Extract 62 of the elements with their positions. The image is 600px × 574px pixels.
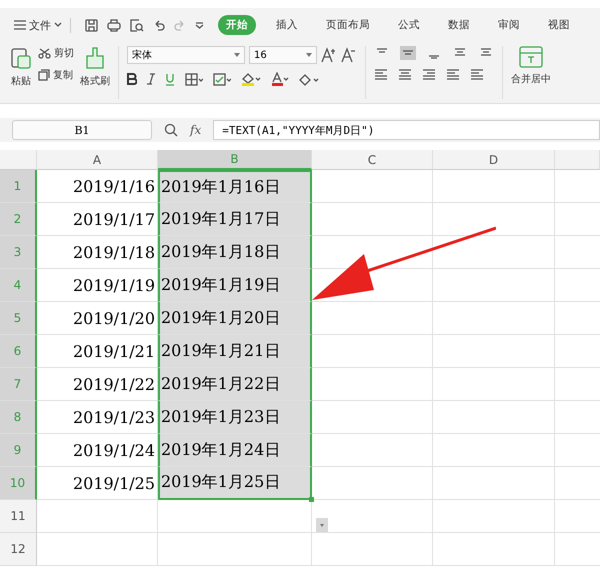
align-middle-icon[interactable] bbox=[400, 46, 416, 60]
format-painter-button[interactable]: 格式刷 bbox=[80, 46, 110, 88]
align-center-icon[interactable] bbox=[398, 68, 412, 80]
column-header[interactable]: C bbox=[312, 150, 433, 170]
cut-button[interactable]: 剪切 bbox=[38, 46, 74, 60]
menu-tab[interactable]: 数据 bbox=[440, 15, 478, 35]
italic-icon[interactable] bbox=[147, 73, 155, 85]
copy-button[interactable]: 复制 bbox=[38, 68, 74, 82]
row-header[interactable]: 12 bbox=[0, 533, 37, 566]
menu-tab[interactable]: 页面布局 bbox=[318, 15, 378, 35]
underline-icon[interactable] bbox=[165, 72, 175, 86]
menu-tab[interactable]: 审阅 bbox=[490, 15, 528, 35]
table-cell[interactable]: 2019年1月24日 bbox=[158, 434, 312, 467]
clipboard-icon bbox=[10, 46, 32, 70]
table-cell[interactable]: 2019年1月18日 bbox=[158, 236, 312, 269]
column-header[interactable]: A bbox=[37, 150, 158, 170]
bold-icon[interactable] bbox=[127, 73, 137, 85]
print-preview-icon[interactable] bbox=[130, 18, 144, 32]
align-right-icon[interactable] bbox=[422, 68, 436, 80]
menu-icon bbox=[14, 20, 26, 30]
column-header[interactable]: D bbox=[433, 150, 555, 170]
dropdown-icon[interactable] bbox=[195, 20, 204, 30]
table-cell[interactable]: 2019年1月25日 bbox=[158, 467, 312, 500]
align-left-icon[interactable] bbox=[374, 68, 388, 80]
name-box[interactable]: B1 bbox=[12, 120, 152, 140]
font-size-field[interactable]: 16 bbox=[249, 46, 317, 64]
fill-handle[interactable] bbox=[309, 497, 314, 502]
borders-icon[interactable] bbox=[185, 72, 203, 86]
table-cell[interactable]: 2019年1月16日 bbox=[158, 170, 312, 203]
font-color-icon[interactable] bbox=[271, 72, 289, 86]
table-cell[interactable]: 2019年1月22日 bbox=[158, 368, 312, 401]
row-header[interactable]: 11 bbox=[0, 500, 37, 533]
chevron-down-icon bbox=[54, 22, 62, 28]
scissors-icon bbox=[38, 48, 51, 58]
zoom-icon[interactable] bbox=[164, 123, 178, 137]
menu-tab[interactable]: 插入 bbox=[268, 15, 306, 35]
copy-icon bbox=[38, 69, 50, 81]
undo-icon[interactable] bbox=[153, 19, 165, 31]
caret-icon bbox=[234, 53, 240, 57]
file-menu[interactable]: 文件 bbox=[14, 18, 71, 32]
merge-cells-icon bbox=[519, 46, 543, 68]
decrease-font-icon[interactable] bbox=[341, 47, 357, 63]
distributed-icon[interactable] bbox=[470, 68, 484, 80]
increase-font-icon[interactable] bbox=[321, 47, 337, 63]
menu-tab[interactable]: 视图 bbox=[540, 15, 578, 35]
table-cell[interactable]: 2019年1月17日 bbox=[158, 203, 312, 236]
table-cell[interactable]: 2019年1月19日 bbox=[158, 269, 312, 302]
save-icon[interactable] bbox=[85, 18, 98, 32]
justify-icon[interactable] bbox=[446, 68, 460, 80]
menu-tab[interactable]: 公式 bbox=[390, 15, 428, 35]
fill-color-icon[interactable] bbox=[241, 72, 261, 86]
conditional-format-icon[interactable] bbox=[213, 72, 231, 86]
table-cell[interactable]: 2019年1月21日 bbox=[158, 335, 312, 368]
merge-center-button[interactable]: 合并居中 bbox=[511, 46, 551, 99]
formula-field[interactable]: =TEXT(A1,"YYYY年M月D日") bbox=[213, 120, 600, 140]
print-icon[interactable] bbox=[107, 18, 121, 32]
font-name-field[interactable]: 宋体 bbox=[127, 46, 245, 64]
fx-button[interactable]: fx bbox=[190, 123, 202, 137]
paste-button[interactable]: 粘贴 bbox=[10, 46, 32, 88]
table-cell[interactable]: 2019年1月20日 bbox=[158, 302, 312, 335]
table-cell[interactable]: 2019年1月23日 bbox=[158, 401, 312, 434]
caret-icon bbox=[306, 53, 312, 57]
